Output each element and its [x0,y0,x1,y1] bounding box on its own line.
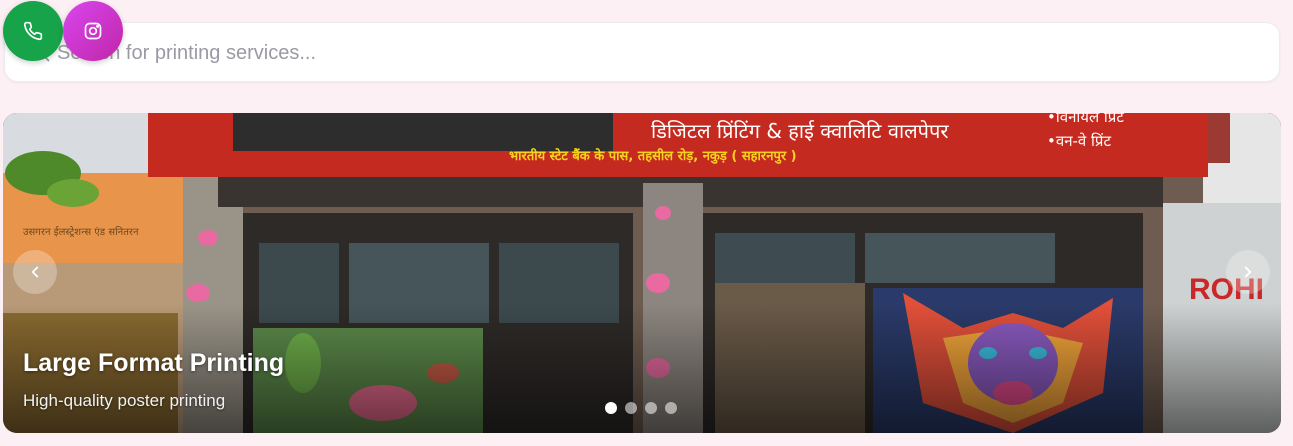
slide-subtitle: High-quality poster printing [23,391,226,410]
phone-button[interactable] [3,1,63,61]
carousel-dot[interactable] [665,402,677,414]
sign-line-address: भारतीय स्टेट बैंक के पास, तहसील रोड़, नक… [509,149,797,164]
sign-right-vinyl: •विनायल प्रिंट [1047,113,1124,126]
chevron-left-icon [31,266,39,278]
carousel-dot[interactable] [645,402,657,414]
sign-right-oneway: •वन-वे प्रिंट [1047,132,1112,150]
search-input[interactable] [57,35,1257,71]
hero-carousel: डिजिटल प्रिंटिंग & हाई क्वालिटि वालपेपर … [3,113,1281,433]
sign-line-main: डिजिटल प्रिंटिंग & हाई क्वालिटि वालपेपर [651,119,949,143]
left-sign-text: उसगरन ईलस्ट्रेशन्स एंड सनितरन [23,227,139,238]
slide-title: Large Format Printing [23,349,285,377]
phone-icon [23,21,43,41]
instagram-button[interactable] [63,1,123,61]
carousel-prev-button[interactable] [13,250,57,294]
instagram-icon [84,22,102,40]
carousel-next-button[interactable] [1226,250,1270,294]
carousel-dots [605,402,677,414]
chevron-right-icon [1244,266,1252,278]
carousel-dot[interactable] [605,402,617,414]
search-bar [4,22,1280,82]
carousel-dot[interactable] [625,402,637,414]
